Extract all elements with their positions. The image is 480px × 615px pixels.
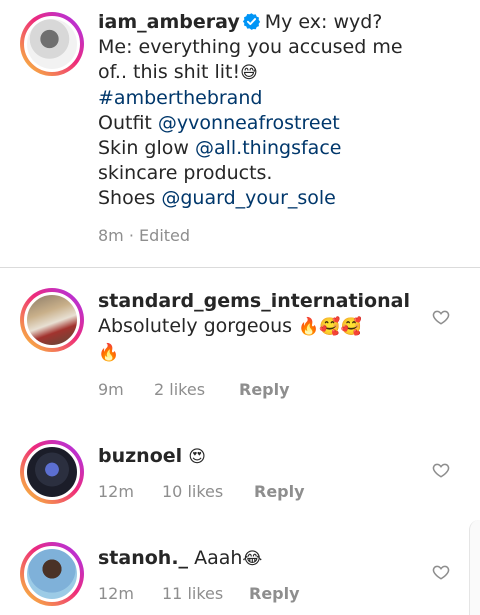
avatar-image: [24, 16, 80, 72]
comment-time: 9m: [98, 380, 124, 399]
skin-mention[interactable]: @all.thingsface: [195, 137, 341, 159]
caption-divider: [0, 267, 480, 268]
shoes-mention[interactable]: @guard_your_sole: [161, 187, 336, 209]
reply-button[interactable]: Reply: [249, 584, 300, 603]
comment-emoji: 😍: [188, 447, 206, 467]
like-heart-icon[interactable]: [432, 308, 450, 326]
caption-text: iam_amberay My ex: wyd? Me: everything yo…: [98, 10, 440, 211]
comment-avatar[interactable]: [20, 542, 84, 606]
verified-badge-icon: [242, 13, 260, 30]
meta-separator: ·: [128, 226, 134, 245]
edited-label: Edited: [139, 226, 191, 245]
reply-button[interactable]: Reply: [254, 482, 305, 501]
caption-line-3: of.. this shit lit!: [98, 61, 241, 83]
reply-button[interactable]: Reply: [239, 380, 290, 399]
comment-time: 12m: [98, 482, 134, 501]
caption-author-avatar[interactable]: [20, 12, 84, 76]
comment-likes[interactable]: 2 likes: [154, 380, 205, 399]
sweat-smile-emoji: 😅: [240, 63, 258, 83]
caption-time: 8m: [98, 226, 124, 245]
comment-item: standard_gems_international Absolutely g…: [98, 289, 440, 366]
comment-username[interactable]: standard_gems_international: [98, 290, 410, 312]
comment-emoji: 😂: [242, 549, 263, 569]
scroll-edge: [469, 520, 480, 615]
caption-meta: 8m · Edited: [98, 226, 190, 245]
like-heart-icon[interactable]: [432, 461, 450, 479]
comment-text: Absolutely gorgeous: [98, 315, 293, 337]
avatar-image: [24, 444, 80, 500]
caption-hashtag[interactable]: #amberthebrand: [98, 87, 262, 109]
comment-avatar[interactable]: [20, 288, 84, 352]
comment-text: Aaah: [194, 547, 243, 569]
outfit-label: Outfit: [98, 112, 152, 134]
comment-likes[interactable]: 10 likes: [162, 482, 223, 501]
comment-emoji-line-2: 🔥: [98, 343, 120, 363]
comment-time: 12m: [98, 584, 134, 603]
comments-screen: iam_amberay My ex: wyd? Me: everything yo…: [0, 0, 480, 615]
comment-username[interactable]: stanoh._: [98, 547, 188, 569]
like-heart-icon[interactable]: [432, 563, 450, 581]
comment-item: stanoh._ Aaah😂: [98, 546, 440, 572]
skin-label: Skin glow: [98, 137, 189, 159]
caption-username[interactable]: iam_amberay: [98, 11, 240, 33]
outfit-mention[interactable]: @yvonneafrostreet: [158, 112, 340, 134]
comment-item: buznoel 😍: [98, 444, 440, 470]
caption-intro: My ex: wyd?: [264, 11, 383, 33]
shoes-label: Shoes: [98, 187, 156, 209]
skin-suffix: skincare products.: [98, 162, 273, 184]
comment-emoji: 🔥🥰🥰: [298, 317, 362, 337]
avatar-image: [24, 546, 80, 602]
avatar-image: [24, 292, 80, 348]
comment-avatar[interactable]: [20, 440, 84, 504]
comment-likes[interactable]: 11 likes: [162, 584, 223, 603]
caption-line-2: Me: everything you accused me: [98, 36, 403, 58]
comment-username[interactable]: buznoel: [98, 445, 182, 467]
